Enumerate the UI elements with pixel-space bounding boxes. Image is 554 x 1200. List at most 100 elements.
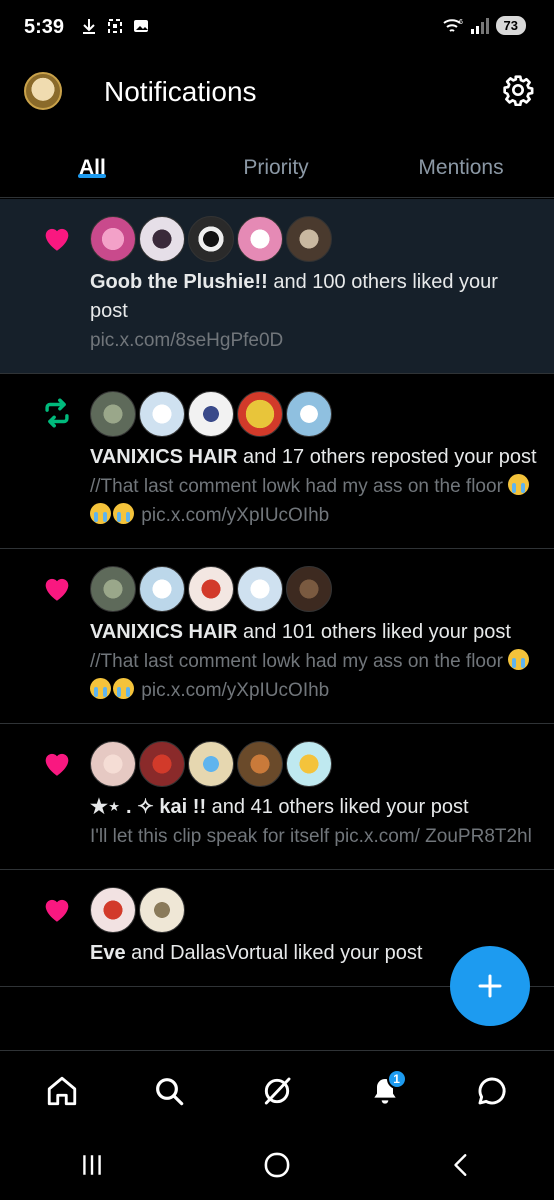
avatar[interactable] [90, 741, 136, 787]
avatar[interactable] [139, 741, 185, 787]
crying-emoji-icon [113, 678, 134, 699]
battery-indicator: 73 [495, 16, 526, 35]
tab-mentions[interactable]: Mentions [368, 138, 554, 197]
download-icon [83, 19, 95, 34]
gear-icon[interactable] [502, 74, 534, 106]
grok-icon [264, 1077, 291, 1104]
post-link[interactable]: pic.x.com/yXpIUcOIhb [141, 680, 329, 701]
avatar-row [90, 391, 538, 437]
avatar[interactable] [139, 391, 185, 437]
post-preview: pic.x.com/8seHgPfe0D [90, 330, 284, 351]
app-header: Notifications [0, 56, 554, 128]
actor-name[interactable]: Eve [90, 942, 126, 964]
avatar[interactable] [237, 391, 283, 437]
crying-emoji-icon [113, 503, 134, 524]
notification-text: ★⋆ . ✧ kai !! and 41 others liked your p… [90, 793, 538, 822]
avatar-row [90, 741, 538, 787]
tab-priority-label: Priority [243, 156, 309, 179]
avatar-row [90, 887, 538, 933]
avatar[interactable] [90, 887, 136, 933]
notification-action: and 101 others liked your post [237, 621, 511, 643]
avatar[interactable] [188, 566, 234, 612]
avatar-row [90, 566, 538, 612]
crying-emoji-icon [508, 474, 530, 495]
notification-item[interactable]: VANIXICS HAIR and 17 others reposted you… [0, 374, 554, 549]
tab-mentions-label: Mentions [418, 156, 504, 179]
post-preview-text: //That last comment lowk had my ass on t… [90, 476, 503, 497]
nav-notifications[interactable]: 1 [357, 1063, 413, 1119]
image-icon [134, 20, 148, 32]
avatar[interactable] [286, 216, 332, 262]
notification-item[interactable]: VANIXICS HAIR and 101 others liked your … [0, 549, 554, 724]
avatar[interactable] [188, 216, 234, 262]
heart-icon [45, 753, 69, 776]
network-label: 6 [459, 19, 463, 26]
avatar[interactable] [139, 566, 185, 612]
avatar[interactable] [188, 741, 234, 787]
profile-avatar[interactable] [24, 72, 62, 110]
actor-name[interactable]: VANIXICS HAIR [90, 621, 237, 643]
heart-icon [45, 228, 69, 251]
post-preview-text: //That last comment lowk had my ass on t… [90, 651, 503, 672]
crying-emoji-icon [508, 649, 530, 670]
search-icon [156, 1077, 184, 1105]
notification-text: Goob the Plushie!! and 100 others liked … [90, 268, 538, 326]
recents-icon [83, 1155, 102, 1175]
post-link[interactable]: pic.x.com/yXpIUcOIhb [141, 505, 329, 526]
post-preview: //That last comment lowk had my ass on t… [90, 647, 538, 705]
page-title: Notifications [104, 76, 257, 107]
notification-list: Goob the Plushie!! and 100 others liked … [0, 199, 554, 1049]
post-preview: //That last comment lowk had my ass on t… [90, 472, 538, 530]
avatar[interactable] [286, 566, 332, 612]
notification-item[interactable]: ★⋆ . ✧ kai !! and 41 others liked your p… [0, 724, 554, 870]
avatar[interactable] [139, 216, 185, 262]
crying-emoji-icon [90, 678, 111, 699]
bottom-navigation: 1 [0, 1050, 554, 1130]
home-circle-icon [264, 1152, 290, 1178]
avatar[interactable] [188, 391, 234, 437]
status-time: 5:39 [24, 16, 65, 38]
status-icons-right: 6 73 [442, 16, 526, 35]
avatar[interactable] [237, 216, 283, 262]
avatar[interactable] [90, 566, 136, 612]
nav-messages[interactable] [464, 1063, 520, 1119]
back-button[interactable] [432, 1135, 492, 1195]
messages-icon [478, 1077, 506, 1104]
heart-icon [45, 899, 69, 922]
notification-action: and 41 others liked your post [206, 796, 469, 818]
signal-icon [470, 17, 489, 34]
crying-emoji-icon [90, 503, 111, 524]
notification-action: and DallasVortual liked your post [125, 942, 423, 964]
actor-name[interactable]: ★⋆ . ✧ kai !! [90, 796, 206, 818]
notification-item[interactable]: Goob the Plushie!! and 100 others liked … [0, 199, 554, 374]
actor-name[interactable]: VANIXICS HAIR [90, 446, 237, 468]
avatar[interactable] [90, 216, 136, 262]
nav-search[interactable] [141, 1063, 197, 1119]
avatar[interactable] [237, 566, 283, 612]
plus-icon [478, 974, 502, 998]
avatar-row [90, 216, 538, 262]
home-system-button[interactable] [247, 1135, 307, 1195]
notification-text: VANIXICS HAIR and 17 others reposted you… [90, 443, 538, 472]
avatar[interactable] [139, 887, 185, 933]
tab-priority[interactable]: Priority [184, 138, 368, 197]
avatar[interactable] [286, 391, 332, 437]
wifi-icon: 6 [442, 19, 463, 32]
nav-home[interactable] [34, 1063, 90, 1119]
actor-name[interactable]: Goob the Plushie!! [90, 271, 268, 293]
avatar[interactable] [286, 741, 332, 787]
avatar[interactable] [90, 391, 136, 437]
post-preview: I'll let this clip speak for itself pic.… [90, 826, 532, 847]
active-tab-indicator [78, 174, 106, 178]
notification-tabs: All Priority Mentions [0, 138, 554, 198]
status-bar: 5:39 6 73 [0, 0, 554, 56]
back-icon [453, 1154, 467, 1176]
compose-button[interactable] [450, 946, 530, 1026]
nav-grok[interactable] [249, 1063, 305, 1119]
recents-button[interactable] [62, 1135, 122, 1195]
status-icons-left [80, 17, 150, 35]
repost-icon [45, 398, 69, 428]
notification-action: and 17 others reposted your post [237, 446, 537, 468]
tab-all[interactable]: All [0, 138, 184, 197]
avatar[interactable] [237, 741, 283, 787]
